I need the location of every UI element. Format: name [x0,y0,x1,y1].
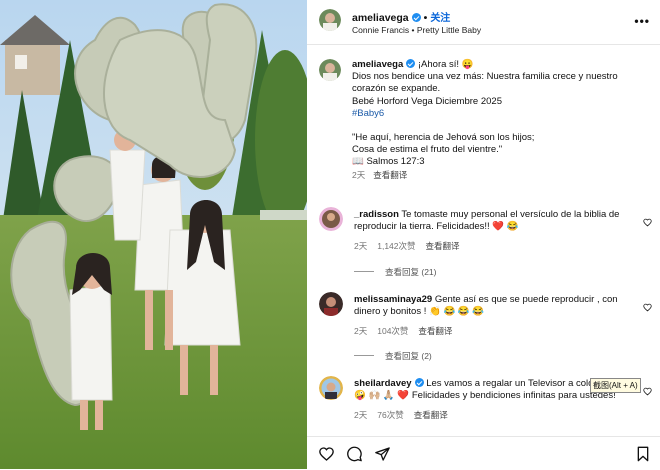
comment-time: 2天 [354,410,368,420]
caption-time: 2天 [352,169,366,180]
comment-avatar[interactable] [319,376,343,400]
view-replies[interactable]: 查看回复 (2) [354,350,432,362]
post-photo[interactable] [0,0,307,469]
view-replies-label[interactable]: 查看回复 (2) [385,351,432,361]
caption-line-2: Dios nos bendice una vez más: Nuestra fa… [352,71,618,95]
post-header: ameliavega • 关注 Connie Francis • Pretty Li… [307,0,660,45]
comment-likes[interactable]: 1,142次赞 [377,241,415,251]
comment-text: melissaminaya29 Gente así es que se pued… [354,294,634,318]
comment-username[interactable]: _radisson [354,209,399,220]
comment-likes[interactable]: 76次赞 [377,410,403,420]
comment-time: 2天 [354,326,368,336]
comment-meta: 2天 104次赞 查看翻译 [354,325,462,337]
bookmark-icon[interactable] [636,446,650,462]
comment-avatar[interactable] [319,292,343,316]
caption-verse: 📖 Salmos 127:3 [352,156,425,168]
author-username[interactable]: ameliavega [352,12,409,24]
comment-heart-icon[interactable] [643,214,652,227]
post-details-panel: ameliavega • 关注 Connie Francis • Pretty Li… [307,0,660,469]
verified-icon [411,13,421,22]
hashtag-link[interactable]: #Baby6 [352,108,642,120]
view-replies-label[interactable]: 查看回复 (21) [385,267,436,277]
caption-avatar[interactable] [319,59,341,81]
follow-button[interactable]: 关注 [430,13,450,24]
comment-meta: 2天 1,142次赞 查看翻译 [354,240,470,252]
comment-username[interactable]: sheilardavey [354,378,412,389]
author-line: ameliavega • 关注 [352,9,450,24]
caption-quote-2: Cosa de estima el fruto del vientre." [352,144,503,156]
comment-avatar[interactable] [319,207,343,231]
instagram-post: ameliavega • 关注 Connie Francis • Pretty Li… [0,0,660,469]
replies-divider [354,271,374,272]
caption-meta: 2天 查看翻译 [352,169,642,181]
caption-translate-link[interactable]: 查看翻译 [373,170,407,180]
post-caption: ameliavega ¡Ahora sí! 😛 Dios nos bendice… [352,59,642,181]
comment-text: _radisson Te tomaste muy personal el ver… [354,209,634,233]
verified-icon [406,59,416,68]
comment-username[interactable]: melissaminaya29 [354,294,432,305]
heart-icon[interactable] [318,446,335,462]
comment-likes[interactable]: 104次赞 [377,326,408,336]
audio-track[interactable]: Connie Francis • Pretty Little Baby [352,25,481,35]
replies-divider [354,355,374,356]
comment-translate-link[interactable]: 查看翻译 [426,241,460,251]
comment-translate-link[interactable]: 查看翻译 [414,410,448,420]
comment-time: 2天 [354,241,368,251]
separator-dot: • [423,12,428,24]
author-avatar[interactable] [319,9,341,31]
caption-line-3: Bebé Horford Vega Diciembre 2025 [352,95,502,107]
caption-line-1: ¡Ahora sí! 😛 [417,59,474,70]
screenshot-tooltip: 截图(Alt + A) [590,378,641,393]
more-icon[interactable]: ••• [634,14,650,28]
comment-meta: 2天 76次赞 查看翻译 [354,409,458,421]
comment-translate-link[interactable]: 查看翻译 [418,326,452,336]
caption-quote-1: "He aquí, herencia de Jehová son los hij… [352,132,535,144]
photo-illustration [0,0,307,469]
verified-icon [414,378,424,387]
comment-body-continued: 🤪 🙌🏼 🙏🏼 ❤️ Felicidades y bendiciones inf… [354,390,616,402]
action-bar [307,436,660,470]
comment-heart-icon[interactable] [643,383,652,396]
share-icon[interactable] [374,446,391,462]
view-replies[interactable]: 查看回复 (21) [354,266,436,278]
comment-icon[interactable] [346,446,363,462]
comment-heart-icon[interactable] [643,299,652,312]
caption-username[interactable]: ameliavega [352,59,403,70]
comment-body: Les vamos a regalar un Televisor a colo [426,378,594,389]
